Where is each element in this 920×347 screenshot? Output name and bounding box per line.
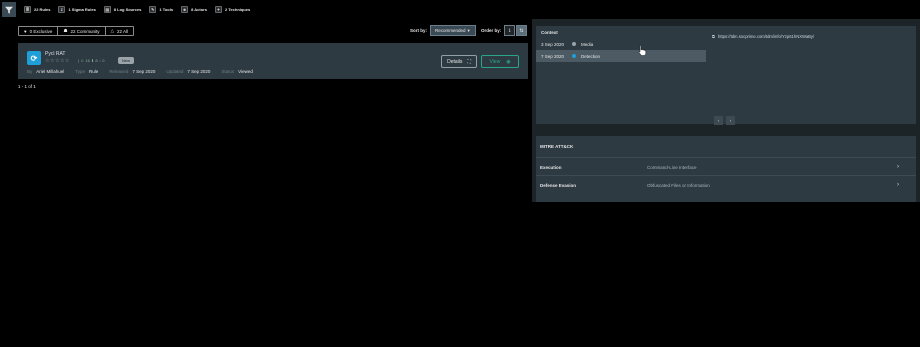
- all-filter-button[interactable]: △ 22 All: [106, 27, 133, 35]
- sort-descending-icon: ⇅: [519, 27, 524, 34]
- pagination-count: 1 - 1 of 1: [18, 84, 36, 89]
- mitre-tactic: Execution: [540, 165, 562, 170]
- chevron-right-icon: ›: [897, 164, 899, 170]
- meta-key: Status: [221, 69, 235, 74]
- hand-cursor-icon: [638, 45, 647, 56]
- mitre-title: MITRE ATT&CK: [540, 144, 574, 149]
- context-link-url[interactable]: https://tdm.socprime.com/tdm/info/Yzp61h…: [718, 34, 814, 39]
- mitre-row[interactable]: Execution Command-Line Interface ›: [536, 157, 916, 175]
- chevron-left-icon: ‹: [717, 118, 720, 123]
- result-mini-stats: | ☺ 16 ⬇ 8 ◌ 0: [78, 58, 105, 63]
- heart-icon: ♥: [24, 28, 27, 34]
- details-button[interactable]: Details ⛶: [441, 55, 477, 68]
- stat-label: 8 Log Sources: [113, 7, 142, 12]
- details-panel: Context 3 Sep 2020 Media 7 Sep 2020 Dete…: [532, 19, 920, 202]
- status-value: Viewed: [238, 69, 253, 74]
- meta-key: By: [27, 69, 33, 74]
- external-link-icon: ⧉: [712, 34, 715, 39]
- type-value: Rule: [89, 69, 99, 74]
- filter-toggle-button[interactable]: [2, 2, 16, 17]
- community-filter-button[interactable]: ☗ 22 Community: [58, 27, 106, 35]
- result-card[interactable]: ⟳ Pycl RAT ☆☆☆☆☆ | ☺ 16 ⬇ 8 ◌ 0 New By Ar…: [18, 43, 528, 79]
- context-row-selected[interactable]: 7 Sep 2020 Detection: [536, 50, 706, 62]
- log-icon: ▤: [103, 6, 111, 13]
- context-link[interactable]: ⧉ https://tdm.socprime.com/tdm/info/Yzp6…: [712, 34, 814, 39]
- stat-actors[interactable]: ☻ 8 Actors: [181, 6, 207, 13]
- socprime-logo-icon: ⟳: [27, 51, 41, 65]
- triangle-icon: △: [110, 28, 114, 33]
- meta-key: Updated: [166, 69, 184, 74]
- context-row[interactable]: 3 Sep 2020 Media: [536, 38, 706, 50]
- chevron-down-icon: ▾: [467, 27, 470, 33]
- stat-techniques[interactable]: ✦ 2 Techniques: [214, 6, 251, 13]
- all-label: 22 All: [116, 28, 128, 34]
- sort-select[interactable]: Recommended ▾: [430, 25, 476, 36]
- updated-value: 7 Sep 2020: [187, 69, 211, 74]
- wrench-icon: ✎: [149, 6, 157, 13]
- order-label: Order by:: [481, 28, 502, 33]
- access-filter: ♥ 0 Exclusive ☗ 22 Community △ 22 All: [18, 26, 134, 36]
- result-title[interactable]: Pycl RAT: [45, 51, 65, 57]
- author-value: Ariel Millahuel: [36, 69, 65, 74]
- view-button[interactable]: View ◉: [481, 55, 519, 68]
- context-date: 3 Sep 2020: [541, 41, 565, 47]
- order-descending-button[interactable]: ⇅: [516, 25, 527, 36]
- stat-label: 2 Techniques: [224, 7, 251, 12]
- community-label: 22 Community: [70, 28, 100, 34]
- context-preview: ⧉ https://tdm.socprime.com/tdm/info/Yzp6…: [706, 26, 916, 125]
- context-list: Context 3 Sep 2020 Media 7 Sep 2020 Dete…: [536, 26, 706, 124]
- result-meta: By Ariel Millahuel Type Rule Released 7 Sep…: [27, 69, 260, 74]
- prev-button[interactable]: ‹: [714, 116, 723, 125]
- details-label: Details: [447, 58, 463, 65]
- chevron-right-icon: ›: [729, 118, 732, 123]
- exclusive-filter-button[interactable]: ♥ 0 Exclusive: [19, 27, 59, 35]
- context-date: 7 Sep 2020: [541, 53, 565, 59]
- stat-label: 8 Actors: [191, 7, 207, 12]
- sigma-icon: Σ: [58, 6, 66, 13]
- stat-tools[interactable]: ✎ 1 Tools: [149, 6, 173, 13]
- meta-key: Type: [75, 69, 86, 74]
- context-label: Detection: [581, 53, 601, 59]
- sort-label: Sort by:: [410, 28, 428, 33]
- mitre-technique: Obfuscated Files or Information: [647, 183, 710, 188]
- mitre-section: MITRE ATT&CK Execution Command-Line Inte…: [536, 136, 916, 202]
- stat-label: 1 Tools: [159, 7, 174, 12]
- next-button[interactable]: ›: [726, 116, 735, 125]
- meta-key: Released: [109, 69, 129, 74]
- mitre-technique: Command-Line Interface: [647, 165, 697, 170]
- detection-dot-icon: [572, 54, 576, 58]
- chevron-right-icon: ›: [897, 182, 899, 188]
- mitre-row[interactable]: Defense Evasion Obfuscated Files or Info…: [536, 175, 916, 193]
- new-badge: New: [118, 57, 135, 64]
- community-icon: ☗: [63, 28, 68, 33]
- eye-icon: ◉: [506, 58, 511, 65]
- list-icon: ≣: [24, 6, 31, 13]
- sort-ascending-icon: ⇂: [507, 27, 512, 34]
- stats-bar: ≣ 22 Rules Σ1 Sigma Rules ▤ 8 Log Sources …: [0, 0, 920, 19]
- expand-icon: ⛶: [467, 58, 471, 65]
- released-value: 7 Sep 2020: [132, 69, 156, 74]
- stat-sigma-rules[interactable]: Σ1 Sigma Rules: [58, 6, 96, 13]
- view-label: View: [489, 58, 501, 65]
- exclusive-label: 0 Exclusive: [29, 28, 53, 34]
- sort-value: Recommended: [435, 28, 466, 33]
- stat-label: 22 Rules: [34, 7, 51, 12]
- stat-log-sources[interactable]: ▤ 8 Log Sources: [103, 6, 142, 13]
- media-dot-icon: [572, 42, 576, 46]
- actor-icon: ☻: [181, 6, 189, 13]
- rating-stars[interactable]: ☆☆☆☆☆: [45, 58, 70, 64]
- context-label: Media: [581, 41, 594, 47]
- stat-rules[interactable]: ≣ 22 Rules: [24, 6, 50, 13]
- order-ascending-button[interactable]: ⇂: [504, 25, 515, 36]
- stat-label: 1 Sigma Rules: [68, 7, 96, 12]
- context-header: Context: [541, 29, 558, 35]
- mitre-tactic: Defense Evasion: [540, 183, 577, 188]
- funnel-icon: [5, 6, 13, 14]
- technique-icon: ✦: [214, 6, 222, 13]
